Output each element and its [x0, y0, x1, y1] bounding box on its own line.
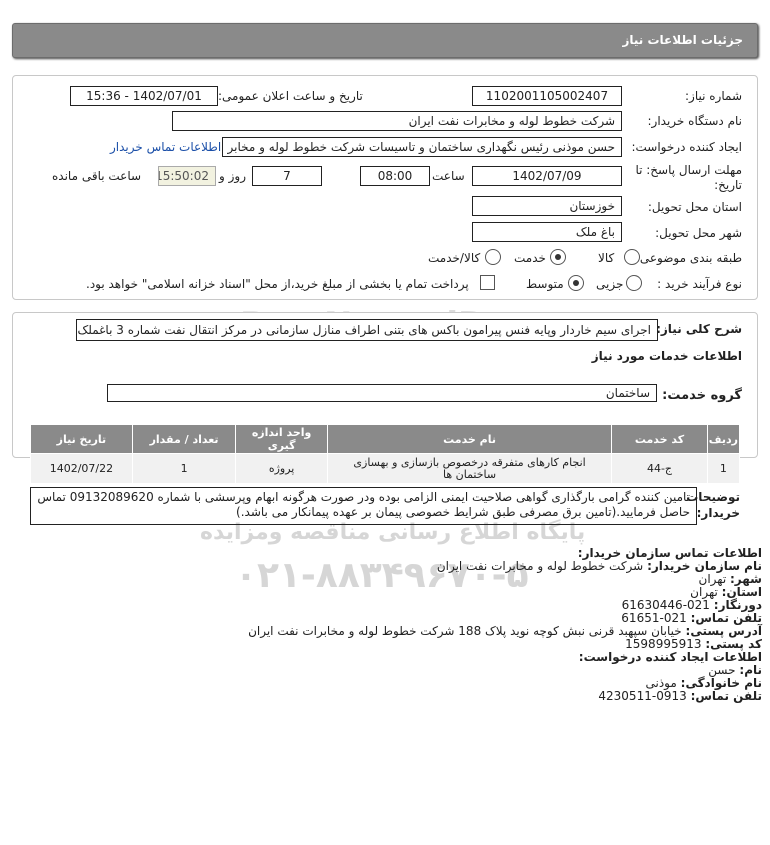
col-index: ردیف — [706, 424, 741, 454]
process-option-medium: متوسط — [526, 277, 564, 291]
row-date: 1402/07/22 — [30, 453, 133, 484]
services-table: ردیف کد خدمت نام خدمت واحد اندازه گیری ت… — [30, 424, 741, 484]
remaining-time-field: 15:50:02 — [158, 166, 216, 186]
city-label: شهر محل تحویل: — [655, 226, 742, 240]
notes-label-buyer: خریدار: — [696, 506, 740, 520]
days-field: 7 — [252, 166, 322, 186]
treasury-checkbox[interactable] — [480, 275, 495, 290]
col-name: نام خدمت — [326, 424, 613, 454]
notes-field: تامین کننده گرامی بارگذاری گواهی صلاحیت … — [30, 487, 697, 525]
creator-phone-row: تلفن تماس: 0913-4230511 — [598, 689, 762, 703]
creator-label: ایجاد کننده درخواست: — [631, 140, 742, 154]
province-label: استان محل تحویل: — [647, 200, 742, 214]
days-label: روز و — [219, 169, 246, 183]
col-code: کد خدمت — [611, 424, 708, 454]
page-header: جزئیات اطلاعات نیاز — [12, 23, 758, 58]
category-radio-goods[interactable] — [624, 249, 640, 265]
category-radio-goods-service[interactable] — [485, 249, 501, 265]
category-option-goods: کالا — [598, 251, 615, 265]
category-label: طبقه بندی موضوعی: — [635, 251, 742, 265]
col-qty: تعداد / مقدار — [131, 424, 237, 454]
process-radio-minor[interactable] — [626, 275, 642, 291]
description-label: شرح کلی نیاز: — [656, 322, 742, 336]
row-name: انجام کارهای متفرقه درخصوص بازسازی و بهس… — [326, 453, 613, 484]
category-option-goods-service: کالا/خدمت — [428, 251, 481, 265]
service-group-label: گروه خدمت: — [662, 388, 742, 403]
payment-note: پرداخت تمام یا بخشی از مبلغ خرید،از محل … — [86, 277, 469, 291]
service-group-field: ساختمان — [107, 384, 657, 402]
contact-info: اطلاعات تماس سازمان خریدار: نام سازمان خ… — [22, 547, 762, 703]
row-index: 1 — [706, 453, 741, 484]
need-number-field: 1102001105002407 — [472, 86, 622, 106]
need-info-panel — [12, 75, 758, 300]
buyer-org-field: شرکت خطوط لوله و مخابرات نفت ایران — [172, 111, 622, 131]
deadline-time-field: 08:00 — [360, 166, 430, 186]
table-row: 1 ج-44 انجام کارهای متفرقه درخصوص بازساز… — [30, 453, 741, 484]
creator-field: حسن موذنی رئیس نگهداری ساختمان و تاسیسات… — [222, 137, 622, 157]
process-radio-medium[interactable] — [568, 275, 584, 291]
notes-text: تامین کننده گرامی بارگذاری گواهی صلاحیت … — [37, 490, 690, 519]
col-date: تاریخ نیاز — [30, 424, 133, 454]
deadline-time-label: ساعت — [432, 169, 465, 183]
creator-contact-title: اطلاعات ایجاد کننده درخواست: — [578, 650, 762, 664]
row-qty: 1 — [131, 453, 237, 484]
process-label: نوع فرآیند خرید : — [657, 277, 742, 291]
announce-label: تاریخ و ساعت اعلان عمومی: — [218, 89, 363, 103]
services-section-title: اطلاعات خدمات مورد نیاز — [591, 349, 742, 363]
deadline-label: مهلت ارسال پاسخ: تا — [635, 163, 742, 177]
page-title: جزئیات اطلاعات نیاز — [622, 33, 743, 47]
announce-field: 1402/07/01 - 15:36 — [70, 86, 218, 106]
need-number-label: شماره نیاز: — [685, 89, 742, 103]
row-code: ج-44 — [611, 453, 708, 484]
category-radio-service[interactable] — [550, 249, 566, 265]
buyer-org-row: نام سازمان خریدار: شرکت خطوط لوله و مخاب… — [436, 559, 762, 573]
buyer-city-row: شهر: تهران — [698, 572, 762, 586]
category-option-service: خدمت — [514, 251, 546, 265]
deadline-date-field: 1402/07/09 — [472, 166, 622, 186]
process-option-minor: جزیی — [596, 277, 624, 291]
description-field: اجرای سیم خاردار وپایه فنس پیرامون باکس … — [76, 319, 658, 341]
buyer-org-label: نام دستگاه خریدار: — [647, 114, 743, 128]
city-field: باغ ملک — [472, 222, 622, 242]
province-field: خوزستان — [472, 196, 622, 216]
remaining-label: ساعت باقی مانده — [52, 169, 142, 183]
buyer-contact-link[interactable]: اطلاعات تماس خریدار — [110, 140, 221, 154]
row-unit: پروژه — [235, 453, 328, 484]
col-unit: واحد اندازه گیری — [235, 424, 328, 454]
deadline-label-date: تاریخ: — [714, 178, 742, 192]
